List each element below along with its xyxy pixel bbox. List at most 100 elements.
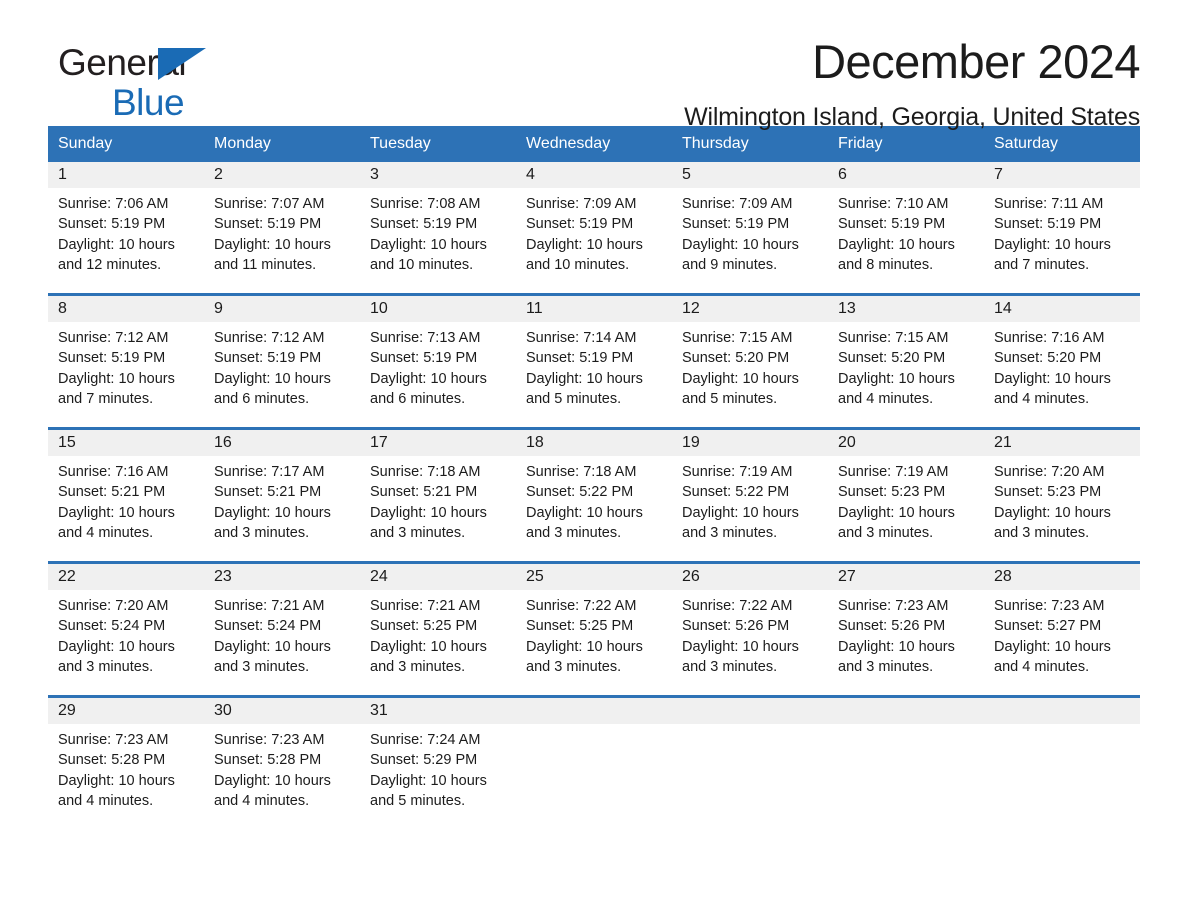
calendar-day-cell[interactable]: 26 Sunrise: 7:22 AM Sunset: 5:26 PM Dayligh…	[672, 561, 828, 697]
calendar-day-cell[interactable]: 11 Sunrise: 7:14 AM Sunset: 5:19 PM Dayligh…	[516, 293, 672, 429]
calendar-day-cell[interactable]: 29 Sunrise: 7:23 AM Sunset: 5:28 PM Dayligh…	[48, 695, 204, 829]
calendar-week-row: 29 Sunrise: 7:23 AM Sunset: 5:28 PM Dayligh…	[48, 695, 1140, 829]
calendar-day-cell[interactable]: 7 Sunrise: 7:11 AM Sunset: 5:19 PM Daylight…	[984, 162, 1140, 295]
sunset-text: Sunset: 5:28 PM	[214, 752, 322, 769]
day-details: Sunrise: 7:23 AM Sunset: 5:26 PM Daylight:…	[828, 590, 984, 677]
day-number: 20	[828, 430, 984, 456]
day-details: Sunrise: 7:10 AM Sunset: 5:19 PM Daylight:…	[828, 188, 984, 275]
day-details: Sunrise: 7:09 AM Sunset: 5:19 PM Daylight:…	[516, 188, 672, 275]
daylight-text-line2: and 3 minutes.	[214, 524, 310, 541]
calendar-day-cell[interactable]: 28 Sunrise: 7:23 AM Sunset: 5:27 PM Dayligh…	[984, 561, 1140, 697]
calendar-day-cell[interactable]: 14 Sunrise: 7:16 AM Sunset: 5:20 PM Dayligh…	[984, 293, 1140, 429]
day-details: Sunrise: 7:22 AM Sunset: 5:26 PM Daylight:…	[672, 590, 828, 677]
sunset-text: Sunset: 5:24 PM	[58, 618, 166, 635]
calendar-day-cell[interactable]: 4 Sunrise: 7:09 AM Sunset: 5:19 PM Daylight…	[516, 162, 672, 295]
sunrise-text: Sunrise: 7:20 AM	[58, 598, 169, 614]
calendar-day-cell[interactable]: 5 Sunrise: 7:09 AM Sunset: 5:19 PM Daylight…	[672, 162, 828, 295]
calendar-day-cell[interactable]: 2 Sunrise: 7:07 AM Sunset: 5:19 PM Daylight…	[204, 162, 360, 295]
sunset-text: Sunset: 5:23 PM	[838, 484, 946, 501]
calendar-day-cell[interactable]: 19 Sunrise: 7:19 AM Sunset: 5:22 PM Dayligh…	[672, 427, 828, 563]
calendar-day-cell[interactable]: 27 Sunrise: 7:23 AM Sunset: 5:26 PM Dayligh…	[828, 561, 984, 697]
calendar-day-cell[interactable]: 3 Sunrise: 7:08 AM Sunset: 5:19 PM Daylight…	[360, 162, 516, 295]
sunset-text: Sunset: 5:19 PM	[370, 350, 478, 367]
calendar-day-cell[interactable]: 15 Sunrise: 7:16 AM Sunset: 5:21 PM Dayligh…	[48, 427, 204, 563]
day-number	[672, 698, 828, 724]
day-details: Sunrise: 7:21 AM Sunset: 5:24 PM Daylight:…	[204, 590, 360, 677]
daylight-text-line2: and 9 minutes.	[682, 256, 778, 273]
day-details: Sunrise: 7:12 AM Sunset: 5:19 PM Daylight:…	[204, 322, 360, 409]
calendar-day-cell[interactable]: 17 Sunrise: 7:18 AM Sunset: 5:21 PM Dayligh…	[360, 427, 516, 563]
calendar-day-cell[interactable]: 31 Sunrise: 7:24 AM Sunset: 5:29 PM Dayligh…	[360, 695, 516, 829]
calendar-day-cell[interactable]: 9 Sunrise: 7:12 AM Sunset: 5:19 PM Daylight…	[204, 293, 360, 429]
calendar-day-cell[interactable]: 8 Sunrise: 7:12 AM Sunset: 5:19 PM Daylight…	[48, 293, 204, 429]
calendar-day-cell[interactable]: 6 Sunrise: 7:10 AM Sunset: 5:19 PM Daylight…	[828, 162, 984, 295]
day-number: 15	[48, 430, 204, 456]
day-number: 7	[984, 162, 1140, 188]
sunrise-text: Sunrise: 7:16 AM	[994, 330, 1105, 346]
general-blue-logo: General Blue	[58, 44, 206, 121]
triangle-icon	[158, 48, 206, 80]
daylight-text-line1: Daylight: 10 hours	[58, 370, 175, 387]
sunrise-text: Sunrise: 7:18 AM	[526, 464, 637, 480]
calendar-day-cell[interactable]: 16 Sunrise: 7:17 AM Sunset: 5:21 PM Dayligh…	[204, 427, 360, 563]
daylight-text-line2: and 10 minutes.	[370, 256, 474, 273]
sunset-text: Sunset: 5:27 PM	[994, 618, 1102, 635]
sunset-text: Sunset: 5:19 PM	[58, 350, 166, 367]
weekday-header-tuesday: Tuesday	[360, 126, 516, 162]
location-subtitle: Wilmington Island, Georgia, United State…	[684, 102, 1140, 131]
title-block: December 2024 Wilmington Island, Georgia…	[684, 35, 1140, 132]
sunrise-text: Sunrise: 7:14 AM	[526, 330, 637, 346]
daylight-text-line1: Daylight: 10 hours	[214, 772, 331, 789]
calendar-day-cell[interactable]: 21 Sunrise: 7:20 AM Sunset: 5:23 PM Dayligh…	[984, 427, 1140, 563]
daylight-text-line2: and 4 minutes.	[994, 658, 1090, 675]
day-details: Sunrise: 7:16 AM Sunset: 5:21 PM Daylight:…	[48, 456, 204, 543]
daylight-text-line2: and 3 minutes.	[58, 658, 154, 675]
calendar-day-cell[interactable]: 13 Sunrise: 7:15 AM Sunset: 5:20 PM Dayligh…	[828, 293, 984, 429]
calendar-day-cell-empty	[516, 695, 672, 829]
sunset-text: Sunset: 5:21 PM	[58, 484, 166, 501]
calendar-day-cell[interactable]: 20 Sunrise: 7:19 AM Sunset: 5:23 PM Dayligh…	[828, 427, 984, 563]
calendar-day-cell[interactable]: 18 Sunrise: 7:18 AM Sunset: 5:22 PM Dayligh…	[516, 427, 672, 563]
daylight-text-line1: Daylight: 10 hours	[526, 504, 643, 521]
sunset-text: Sunset: 5:29 PM	[370, 752, 478, 769]
calendar-day-cell[interactable]: 1 Sunrise: 7:06 AM Sunset: 5:19 PM Daylight…	[48, 162, 204, 295]
sunrise-text: Sunrise: 7:23 AM	[838, 598, 949, 614]
day-details: Sunrise: 7:08 AM Sunset: 5:19 PM Daylight:…	[360, 188, 516, 275]
calendar-day-cell[interactable]: 24 Sunrise: 7:21 AM Sunset: 5:25 PM Dayligh…	[360, 561, 516, 697]
day-details: Sunrise: 7:07 AM Sunset: 5:19 PM Daylight:…	[204, 188, 360, 275]
sunset-text: Sunset: 5:21 PM	[214, 484, 322, 501]
calendar-day-cell[interactable]: 30 Sunrise: 7:23 AM Sunset: 5:28 PM Dayligh…	[204, 695, 360, 829]
daylight-text-line1: Daylight: 10 hours	[682, 236, 799, 253]
weekday-header-monday: Monday	[204, 126, 360, 162]
daylight-text-line2: and 7 minutes.	[58, 390, 154, 407]
sunrise-text: Sunrise: 7:24 AM	[370, 732, 481, 748]
daylight-text-line2: and 4 minutes.	[838, 390, 934, 407]
calendar-day-cell[interactable]: 12 Sunrise: 7:15 AM Sunset: 5:20 PM Dayligh…	[672, 293, 828, 429]
daylight-text-line1: Daylight: 10 hours	[58, 504, 175, 521]
sunset-text: Sunset: 5:19 PM	[370, 216, 478, 233]
sunset-text: Sunset: 5:25 PM	[370, 618, 478, 635]
day-number: 5	[672, 162, 828, 188]
calendar-day-cell[interactable]: 10 Sunrise: 7:13 AM Sunset: 5:19 PM Dayligh…	[360, 293, 516, 429]
daylight-text-line2: and 3 minutes.	[682, 658, 778, 675]
sunrise-text: Sunrise: 7:08 AM	[370, 196, 481, 212]
day-number	[516, 698, 672, 724]
calendar-day-cell[interactable]: 25 Sunrise: 7:22 AM Sunset: 5:25 PM Dayligh…	[516, 561, 672, 697]
daylight-text-line1: Daylight: 10 hours	[682, 370, 799, 387]
sunrise-text: Sunrise: 7:06 AM	[58, 196, 169, 212]
daylight-text-line2: and 8 minutes.	[838, 256, 934, 273]
day-details: Sunrise: 7:09 AM Sunset: 5:19 PM Daylight:…	[672, 188, 828, 275]
day-number: 31	[360, 698, 516, 724]
daylight-text-line2: and 12 minutes.	[58, 256, 162, 273]
day-number: 30	[204, 698, 360, 724]
day-details: Sunrise: 7:12 AM Sunset: 5:19 PM Daylight:…	[48, 322, 204, 409]
daylight-text-line2: and 10 minutes.	[526, 256, 630, 273]
daylight-text-line1: Daylight: 10 hours	[994, 370, 1111, 387]
daylight-text-line2: and 4 minutes.	[994, 390, 1090, 407]
daylight-text-line1: Daylight: 10 hours	[370, 236, 487, 253]
calendar-week-row: 22 Sunrise: 7:20 AM Sunset: 5:24 PM Dayligh…	[48, 561, 1140, 697]
sunset-text: Sunset: 5:19 PM	[526, 350, 634, 367]
daylight-text-line2: and 3 minutes.	[838, 524, 934, 541]
calendar-day-cell[interactable]: 22 Sunrise: 7:20 AM Sunset: 5:24 PM Dayligh…	[48, 561, 204, 697]
calendar-day-cell[interactable]: 23 Sunrise: 7:21 AM Sunset: 5:24 PM Dayligh…	[204, 561, 360, 697]
